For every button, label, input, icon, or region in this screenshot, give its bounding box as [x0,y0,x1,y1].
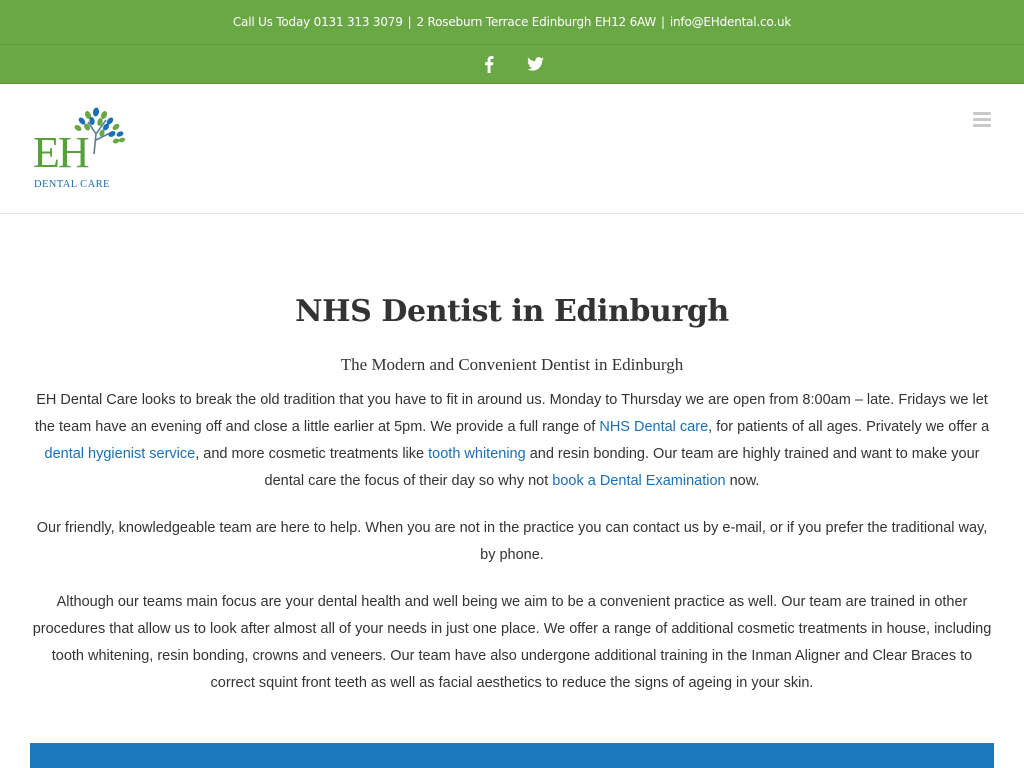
blue-section-band [30,743,994,768]
main-content: NHS Dentist in Edinburgh The Modern and … [30,214,994,697]
twitter-icon[interactable] [525,54,545,74]
hamburger-menu-icon[interactable] [973,112,991,128]
text-segment: , for patients of all ages. Privately we… [708,419,990,435]
address-text: 2 Roseburn Terrace Edinburgh EH12 6AW [416,15,657,29]
site-header: EH DENTAL CARE [0,84,1024,214]
social-bar [0,44,1024,84]
logo-text: EH [33,128,90,177]
text-segment: now. [725,473,760,489]
treatments-paragraph: Although our teams main focus are your d… [32,594,992,691]
top-contact-bar: Call Us Today 0131 313 3079 | 2 Roseburn… [0,0,1024,44]
call-us-text: Call Us Today 0131 313 3079 [232,15,403,29]
intro-paragraph: EH Dental Care looks to break the old tr… [30,387,994,495]
nhs-dental-care-link[interactable]: NHS Dental care [599,419,708,435]
email-link[interactable]: info@EHdental.co.uk [670,15,791,29]
page-title: NHS Dentist in Edinburgh [295,294,729,329]
tooth-whitening-link[interactable]: tooth whitening [428,446,526,462]
facebook-icon[interactable] [479,54,499,74]
separator: | [661,15,665,29]
dental-hygienist-link[interactable]: dental hygienist service [45,446,196,462]
book-examination-link[interactable]: book a Dental Examination [552,473,725,489]
team-paragraph: Our friendly, knowledgeable team are her… [36,520,988,563]
text-segment: , and more cosmetic treatments like [195,446,429,462]
page-subtitle: The Modern and Convenient Dentist in Edi… [340,355,684,374]
logo[interactable]: EH DENTAL CARE [32,106,128,192]
separator: | [407,15,412,29]
logo-subtext: DENTAL CARE [34,179,110,190]
